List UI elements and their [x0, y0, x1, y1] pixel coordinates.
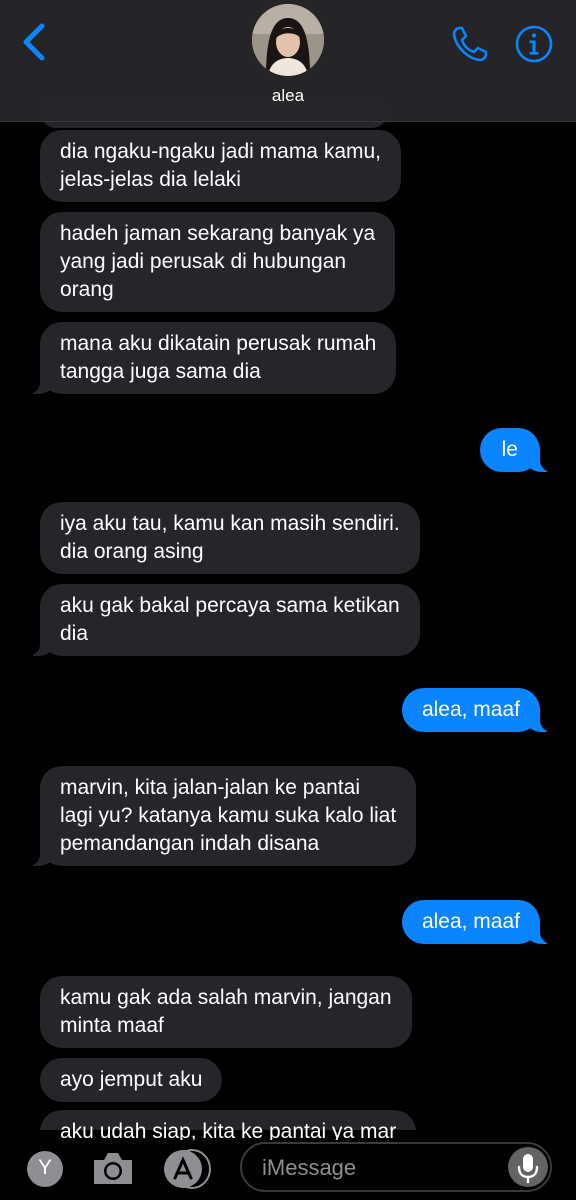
avatar-photo [252, 4, 324, 76]
message-bubble-outgoing[interactable]: alea, maaf [401, 688, 557, 732]
chevron-left-icon [23, 23, 45, 61]
message-line: ayo jemput aku [60, 1068, 203, 1091]
message-bubble-incoming[interactable]: dia ngaku-ngaku jadi mama kamu, jelas-je… [40, 130, 402, 202]
message-bubble-incoming[interactable]: iya aku tau, kamu kan masih sendiri. dia… [40, 502, 420, 574]
message-line: alea, maaf [421, 910, 520, 933]
message-line: le [501, 438, 518, 461]
message-line: iya aku tau, kamu kan masih sendiri. [60, 512, 400, 535]
message-line: jelas-jelas dia lelaki [60, 168, 241, 191]
message-line: pemandangan indah disana [60, 832, 320, 855]
message-line: dia ngaku-ngaku jadi mama kamu, [60, 140, 382, 163]
info-icon [515, 25, 553, 63]
message-bubble-incoming[interactable]: kamu gak ada salah marvin, jangan minta … [40, 976, 412, 1048]
camera-button[interactable] [90, 1148, 136, 1188]
message-bubble-outgoing[interactable]: le [479, 428, 557, 472]
message-line: tangga juga sama dia [60, 360, 261, 383]
message-bubble-incoming[interactable]: aku gak bakal percaya sama ketikan dia [24, 584, 420, 656]
message-line: minta maaf [60, 1014, 164, 1037]
message-line: marvin, kita jalan-jalan ke pantai [60, 776, 360, 799]
message-line: aku udah siap, kita ke pantai ya mar [60, 1120, 397, 1140]
message-bubble-incoming[interactable]: hadeh jaman sekarang banyak ya yang jadi… [40, 212, 396, 312]
message-line: hadeh jaman sekarang banyak ya [60, 222, 376, 245]
message-line: alea, maaf [421, 698, 520, 721]
message-bubble-incoming[interactable]: marvin, kita jalan-jalan ke pantai lagi … [23, 766, 417, 866]
microphone-button[interactable] [508, 1147, 548, 1187]
call-button[interactable] [450, 24, 490, 64]
contact-name[interactable]: alea [0, 86, 576, 106]
microphone-icon [517, 1154, 539, 1184]
message-bubble-incoming[interactable]: aku udah siap, kita ke pantai ya mar [40, 1110, 417, 1140]
message-line: aku gak bakal percaya sama ketikan [60, 594, 400, 617]
message-line: lagi yu? katanya kamu suka kalo liat [60, 804, 397, 827]
message-line: mana aku dikatain perusak rumah [60, 332, 377, 355]
memoji-label: Y [37, 1156, 52, 1179]
contact-avatar[interactable] [252, 4, 324, 76]
conversation-header: alea [0, 0, 576, 122]
app-store-button[interactable] [160, 1148, 214, 1190]
message-thread[interactable]: dia ngaku-ngaku jadi mama kamu, jelas-je… [0, 0, 576, 1140]
message-input[interactable] [262, 1154, 492, 1182]
memoji-button[interactable]: Y [26, 1150, 64, 1188]
message-line: dia [60, 622, 89, 645]
message-line: dia orang asing [60, 540, 204, 563]
message-bubble-incoming[interactable]: ayo jemput aku [40, 1058, 223, 1102]
message-input-field[interactable] [240, 1142, 552, 1192]
message-line: yang jadi perusak di hubungan [60, 250, 347, 273]
message-bubble-incoming[interactable]: mana aku dikatain perusak rumah tangga j… [23, 322, 397, 394]
app-store-icon [164, 1149, 211, 1189]
phone-icon [452, 26, 488, 62]
message-bubble-outgoing[interactable]: alea, maaf [401, 900, 557, 944]
camera-icon [94, 1153, 132, 1184]
info-button[interactable] [514, 24, 554, 64]
message-line: kamu gak ada salah marvin, jangan [60, 986, 392, 1009]
back-button[interactable] [18, 22, 54, 62]
message-line: orang [60, 278, 114, 301]
